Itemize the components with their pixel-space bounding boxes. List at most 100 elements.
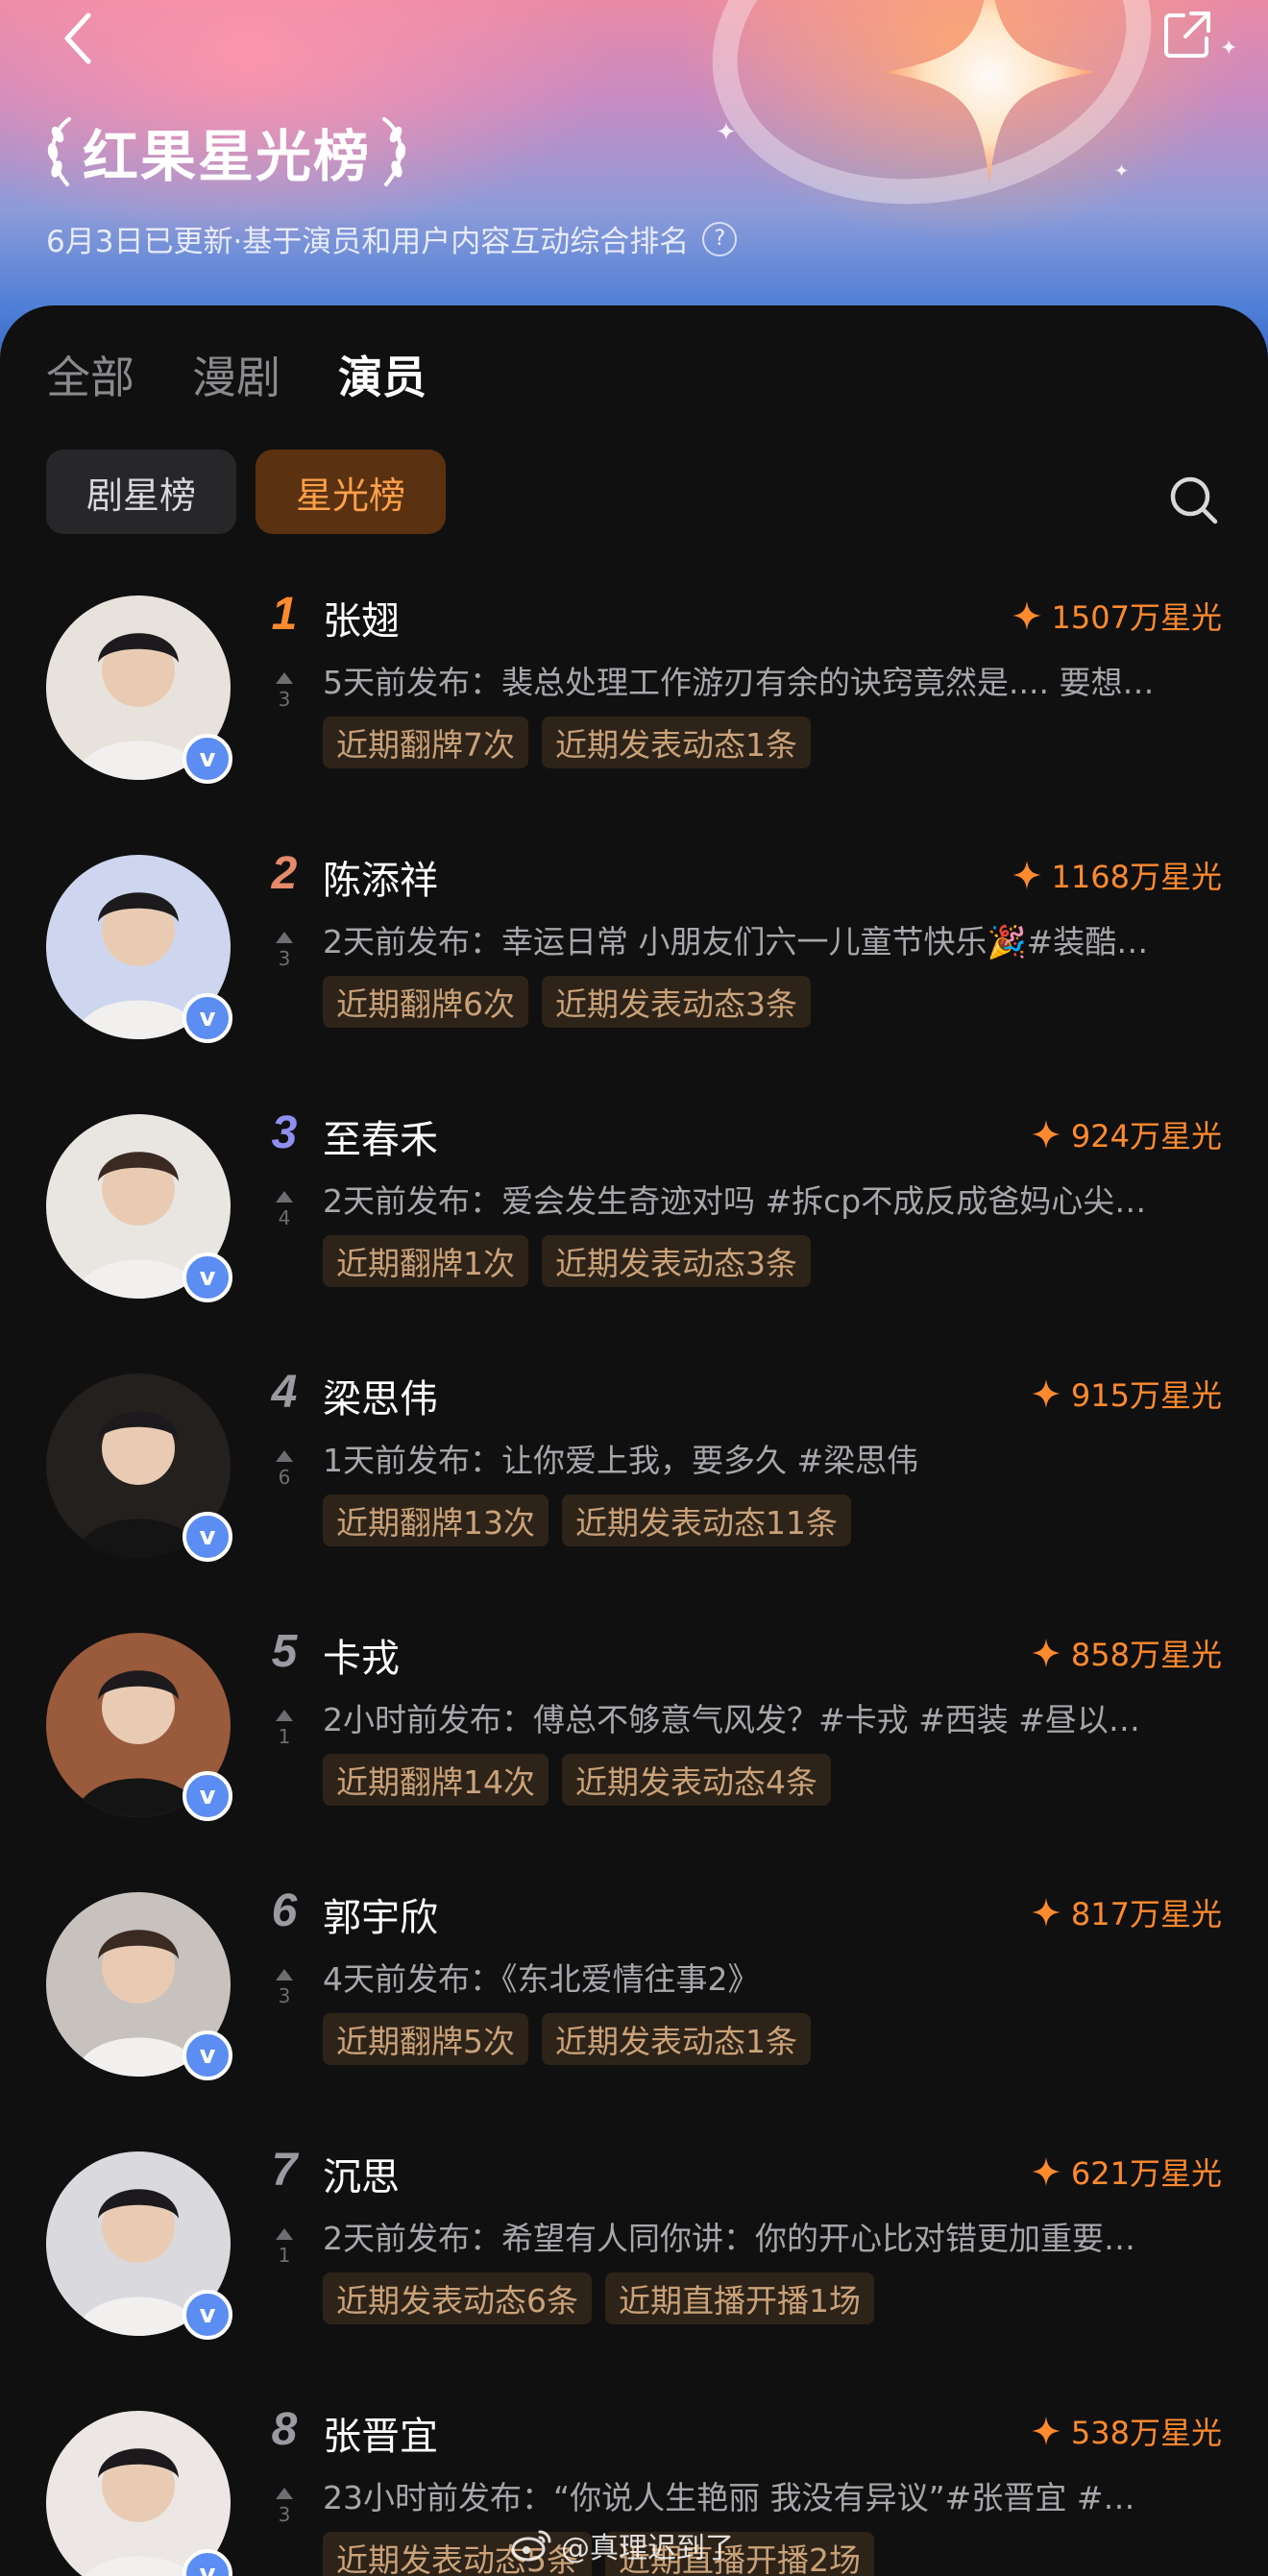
activity-tags: 近期翻牌6次 近期发表动态3条 xyxy=(323,976,811,1028)
latest-post[interactable]: 4天前发布：《东北爱情往事2》 xyxy=(323,1954,1222,2000)
page: ✦ ✦ ✦ 红果星光榜 6月3日已更新·基于演员和用户内容互动综合排名 ? 全部… xyxy=(0,0,1268,2576)
star-icon xyxy=(1031,1120,1061,1149)
trend-up-icon xyxy=(276,1710,293,1721)
search-icon[interactable] xyxy=(1166,473,1220,526)
activity-tag: 近期翻牌13次 xyxy=(323,1495,549,1546)
starlight-score: 538万星光 xyxy=(1031,2409,1222,2453)
rank-number: 4 xyxy=(271,1367,298,1418)
starlight-score: 924万星光 xyxy=(1031,1112,1222,1156)
verified-badge-icon: v xyxy=(183,734,232,784)
trend-change: 3 xyxy=(278,2503,291,2526)
share-icon[interactable] xyxy=(1160,8,1214,61)
activity-tag: 近期发表动态1条 xyxy=(542,2013,811,2065)
tab-comic[interactable]: 漫剧 xyxy=(192,355,280,400)
actor-name[interactable]: 张晋宜 xyxy=(323,2405,438,2461)
sparkle-icon: ✦ xyxy=(1220,36,1238,61)
activity-tag: 近期发表动态6条 xyxy=(323,2272,592,2324)
rank-number: 5 xyxy=(271,1626,298,1677)
subtitle-row: 6月3日已更新·基于演员和用户内容互动综合排名 ? xyxy=(46,217,738,260)
actor-name[interactable]: 至春禾 xyxy=(323,1108,438,1164)
sparkle-icon: ✦ xyxy=(716,118,737,147)
activity-tag: 近期发表动态1条 xyxy=(542,717,811,768)
score-text: 538万星光 xyxy=(1070,2415,1222,2451)
activity-tag: 近期发表动态4条 xyxy=(562,1754,831,1806)
trend-up-icon xyxy=(276,1969,293,1981)
tab-actors[interactable]: 演员 xyxy=(338,355,427,400)
latest-post[interactable]: 1天前发布：让你爱上我，要多久 #梁思伟 xyxy=(323,1435,1222,1481)
ranking-row[interactable]: v 2 3 陈添祥 1168万星光 2天前发布：幸运日常 小朋友们六一儿童节快乐… xyxy=(0,836,1268,1095)
rank-number: 8 xyxy=(271,2404,298,2455)
latest-post[interactable]: 2小时前发布：傅总不够意气风发？#卡戎 #西装 #昼以… xyxy=(323,1694,1222,1740)
star-icon xyxy=(1031,1379,1061,1408)
verified-badge-icon: v xyxy=(183,2030,232,2080)
activity-tag: 近期发表动态11条 xyxy=(562,1495,851,1546)
trend-change: 3 xyxy=(278,947,291,970)
actor-name[interactable]: 梁思伟 xyxy=(323,1368,438,1423)
actor-name[interactable]: 陈添祥 xyxy=(323,849,438,905)
laurel-left-icon xyxy=(47,117,71,186)
actor-name[interactable]: 卡戎 xyxy=(323,1627,400,1683)
latest-post[interactable]: 2天前发布：幸运日常 小朋友们六一儿童节快乐🎉#装酷… xyxy=(323,916,1222,962)
activity-tag: 近期发表动态3条 xyxy=(542,1235,811,1287)
ranking-row[interactable]: v 5 1 卡戎 858万星光 2小时前发布：傅总不够意气风发？#卡戎 #西装 … xyxy=(0,1614,1268,1873)
ranking-row[interactable]: v 4 6 梁思伟 915万星光 1天前发布：让你爱上我，要多久 #梁思伟 近期… xyxy=(0,1354,1268,1614)
ranking-row[interactable]: v 3 4 至春禾 924万星光 2天前发布：爱会发生奇迹对吗 #拆cp不成反成… xyxy=(0,1095,1268,1354)
ranking-row[interactable]: v 1 3 张翅 1507万星光 5天前发布：裴总处理工作游刃有余的诀窍竟然是.… xyxy=(0,576,1268,836)
rank-trend: 4 xyxy=(265,1191,304,1227)
rank-trend: 3 xyxy=(265,932,304,968)
star-icon xyxy=(1012,601,1041,630)
starlight-score: 817万星光 xyxy=(1031,1890,1222,1934)
actor-name[interactable]: 郭宇欣 xyxy=(323,1886,438,1942)
rank-number: 6 xyxy=(271,1885,298,1936)
latest-post[interactable]: 23小时前发布：“你说人生艳丽 我没有异议”#张晋宜 #… xyxy=(323,2472,1222,2518)
starlight-ranking-button[interactable]: 星光榜 xyxy=(256,450,447,534)
rank-trend: 3 xyxy=(265,672,304,709)
drama-star-ranking-button[interactable]: 剧星榜 xyxy=(46,450,237,534)
latest-post[interactable]: 2天前发布：爱会发生奇迹对吗 #拆cp不成反成爸妈心尖… xyxy=(323,1176,1222,1222)
trend-up-icon xyxy=(276,1450,293,1462)
actor-name[interactable]: 张翅 xyxy=(323,590,400,645)
activity-tags: 近期翻牌14次 近期发表动态4条 xyxy=(323,1754,831,1806)
verified-badge-icon: v xyxy=(183,1771,232,1821)
activity-tags: 近期翻牌7次 近期发表动态1条 xyxy=(323,717,811,768)
trend-change: 1 xyxy=(278,2244,291,2267)
latest-post[interactable]: 2天前发布：希望有人同你讲：你的开心比对错更加重要… xyxy=(323,2213,1222,2259)
star-icon xyxy=(1031,1898,1061,1927)
watermark-text: @真理迟到了 xyxy=(561,2532,734,2565)
activity-tags: 近期翻牌5次 近期发表动态1条 xyxy=(323,2013,811,2065)
help-icon[interactable]: ? xyxy=(702,221,738,256)
activity-tags: 近期翻牌13次 近期发表动态11条 xyxy=(323,1495,851,1546)
page-title: 红果星光榜 xyxy=(83,124,372,189)
score-text: 858万星光 xyxy=(1070,1637,1222,1673)
score-text: 924万星光 xyxy=(1070,1118,1222,1154)
ranking-row[interactable]: v 6 3 郭宇欣 817万星光 4天前发布：《东北爱情往事2》 近期翻牌5次近… xyxy=(0,1873,1268,2132)
title-row: 红果星光榜 xyxy=(42,113,411,190)
trend-up-icon xyxy=(276,2488,293,2499)
latest-post[interactable]: 5天前发布：裴总处理工作游刃有余的诀窍竟然是.... 要想… xyxy=(323,657,1222,703)
starlight-score: 915万星光 xyxy=(1031,1372,1222,1416)
rank-trend: 1 xyxy=(265,2228,304,2265)
activity-tag: 近期翻牌1次 xyxy=(323,1235,528,1287)
verified-badge-icon: v xyxy=(183,1252,232,1302)
update-subtitle: 6月3日已更新·基于演员和用户内容互动综合排名 xyxy=(46,225,690,259)
score-text: 817万星光 xyxy=(1070,1896,1222,1932)
tab-all[interactable]: 全部 xyxy=(46,355,134,400)
ranking-list: v 1 3 张翅 1507万星光 5天前发布：裴总处理工作游刃有余的诀窍竟然是.… xyxy=(0,576,1268,2576)
verified-badge-icon: v xyxy=(183,2290,232,2340)
rank-trend: 6 xyxy=(265,1450,304,1487)
rank-number: 7 xyxy=(271,2145,298,2196)
star-icon xyxy=(1012,861,1041,889)
trend-change: 3 xyxy=(278,1984,291,2007)
activity-tags: 近期发表动态6条 近期直播开播1场 xyxy=(323,2272,874,2324)
trend-up-icon xyxy=(276,932,293,943)
activity-tag: 近期翻牌14次 xyxy=(323,1754,549,1806)
actor-name[interactable]: 沉思 xyxy=(323,2146,400,2201)
activity-tag: 近期翻牌5次 xyxy=(323,2013,528,2065)
score-text: 915万星光 xyxy=(1070,1377,1222,1414)
ranking-row[interactable]: v 7 1 沉思 621万星光 2天前发布：希望有人同你讲：你的开心比对错更加重… xyxy=(0,2132,1268,2392)
activity-tag: 近期翻牌6次 xyxy=(323,976,528,1028)
back-icon[interactable] xyxy=(58,10,100,67)
starlight-score: 1168万星光 xyxy=(1012,853,1222,897)
star-icon xyxy=(1031,2157,1061,2186)
category-tabs: 全部 漫剧 演员 xyxy=(46,355,427,400)
